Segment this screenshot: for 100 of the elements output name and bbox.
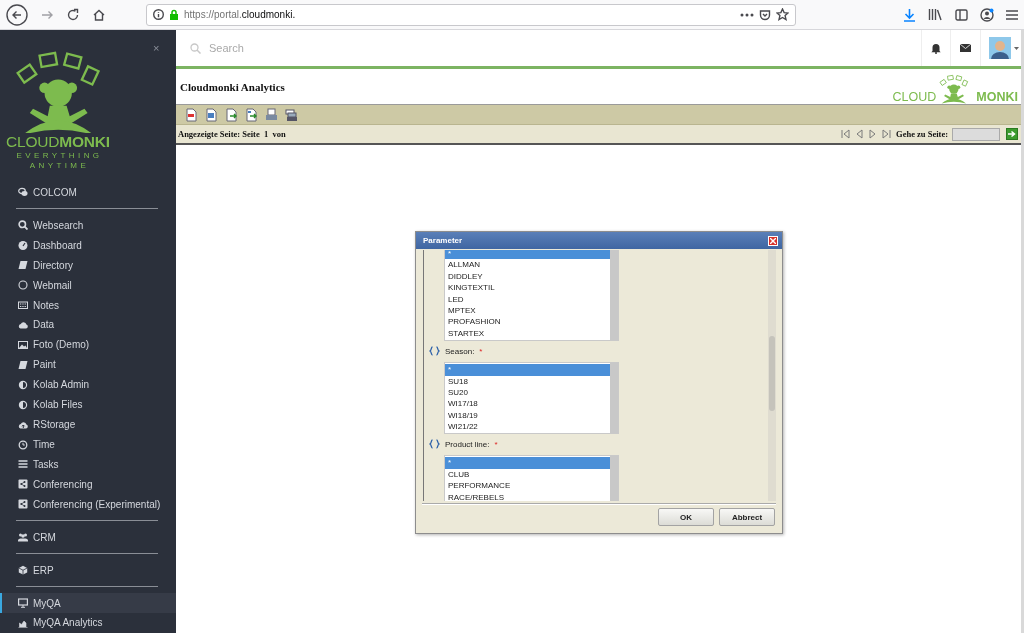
- bell-icon[interactable]: [931, 42, 941, 54]
- share-icon: [18, 499, 28, 510]
- list-option[interactable]: STARTEX: [445, 327, 610, 340]
- logo-tagline: ANYTIME: [28, 161, 90, 171]
- go-button[interactable]: [1006, 128, 1018, 140]
- sidebar-icon[interactable]: [955, 8, 968, 21]
- sidebar-item[interactable]: Paint: [0, 354, 176, 375]
- envelope-icon[interactable]: [960, 44, 971, 52]
- dialog-button[interactable]: Abbrect: [719, 508, 775, 526]
- scrollbar[interactable]: [610, 250, 618, 341]
- download-icon[interactable]: [903, 7, 916, 22]
- list-option[interactable]: MPTEX: [445, 304, 610, 317]
- account-icon[interactable]: [980, 7, 994, 22]
- braces-icon: [429, 439, 440, 450]
- stack-icon[interactable]: [285, 107, 298, 122]
- sidebar-item[interactable]: Data: [0, 315, 176, 335]
- document-icon[interactable]: [205, 107, 218, 122]
- list-box[interactable]: * CLUB PERFORMANCE RACE/REBELS: [444, 455, 619, 501]
- logo-tagline: EVERYTHING: [15, 151, 103, 161]
- search-field[interactable]: Search: [207, 41, 411, 55]
- avatar-icon[interactable]: [989, 37, 1011, 59]
- sidebar-item[interactable]: Time: [0, 434, 176, 455]
- clock-icon: [18, 439, 28, 450]
- users-icon: [18, 532, 28, 543]
- arrow-icon: [1008, 130, 1016, 138]
- cloud-upload-icon: [18, 419, 28, 430]
- sidebar-item[interactable]: Conferencing (Experimental): [0, 494, 176, 515]
- list-option[interactable]: SU20: [445, 386, 610, 399]
- list-box[interactable]: * ALLMAN DIDDLEY KINGTEXTIL LED MPTEX PROFASHION STARTEX: [444, 250, 619, 342]
- list-option[interactable]: KINGTEXTIL: [445, 282, 610, 294]
- sidebar-item[interactable]: Notes: [0, 295, 176, 316]
- cube-icon: [18, 565, 28, 576]
- list-option[interactable]: DIDDLEY: [445, 270, 610, 283]
- library-icon[interactable]: [928, 8, 943, 21]
- more-icon[interactable]: [740, 12, 754, 17]
- share-icon: [18, 479, 28, 490]
- back-icon[interactable]: [6, 3, 28, 26]
- previous-page-icon[interactable]: [854, 129, 865, 139]
- sidebar-item[interactable]: Websearch: [0, 215, 176, 236]
- sidebar-item[interactable]: Dashboard: [0, 235, 176, 256]
- scrollbar[interactable]: [768, 250, 776, 501]
- list-option[interactable]: PROFASHION: [445, 316, 610, 328]
- sidebar-item[interactable]: COLCOM: [0, 182, 176, 203]
- sidebar-item[interactable]: RStorage: [0, 414, 176, 435]
- scrollbar[interactable]: [610, 363, 618, 434]
- search-icon: [190, 42, 201, 54]
- close-button[interactable]: [768, 235, 778, 246]
- last-page-icon[interactable]: [882, 129, 893, 139]
- keyboard-icon: [18, 300, 28, 311]
- list-option[interactable]: LED: [445, 293, 610, 305]
- caret-icon[interactable]: [1014, 46, 1019, 50]
- star-icon[interactable]: [776, 8, 789, 21]
- sidebar-item[interactable]: Foto (Demo): [0, 334, 176, 355]
- home-icon[interactable]: [92, 7, 106, 22]
- page-number-field[interactable]: [952, 127, 1000, 141]
- list-option[interactable]: PERFORMANCE: [445, 480, 610, 492]
- report-title: Cloudmonki Analytics: [180, 80, 285, 93]
- list-option[interactable]: WI17/18: [445, 398, 610, 410]
- image-icon: [18, 339, 28, 350]
- gauge-icon: [18, 240, 28, 251]
- sidebar-item[interactable]: CRM: [0, 527, 176, 548]
- sidebar-item[interactable]: MyQA Analytics: [0, 613, 176, 633]
- braces-icon: [429, 346, 440, 357]
- list-option[interactable]: CLUB: [445, 468, 610, 481]
- pocket-icon[interactable]: [759, 8, 771, 21]
- search-icon: [18, 220, 28, 231]
- required-mark: *: [479, 346, 483, 356]
- dialog-title: Parameter: [423, 236, 463, 245]
- list-option[interactable]: WI21/22: [445, 421, 610, 433]
- sidebar-item[interactable]: Webmail: [0, 275, 176, 296]
- sidebar-item[interactable]: Kolab Admin: [0, 374, 176, 395]
- sidebar-item[interactable]: ERP: [0, 560, 176, 581]
- menu-icon[interactable]: [1006, 9, 1018, 20]
- close-icon[interactable]: ×: [153, 43, 160, 54]
- sidebar-item[interactable]: Conferencing: [0, 474, 176, 495]
- parameter-label: Product line:: [445, 439, 490, 449]
- monitor-icon: [18, 598, 28, 609]
- first-page-icon[interactable]: [840, 129, 851, 139]
- url-text: https://portal.cloudmonki.: [184, 9, 296, 20]
- document-arrow-icon[interactable]: [245, 107, 258, 122]
- sidebar-item[interactable]: Directory: [0, 255, 176, 276]
- list-option[interactable]: RACE/REBELS: [445, 491, 610, 501]
- document-arrow-icon[interactable]: [225, 107, 238, 122]
- scrollbar[interactable]: [610, 456, 618, 501]
- go-to-page-label: Gehe zu Seite:: [896, 129, 948, 139]
- info-icon: [153, 9, 164, 20]
- list-option[interactable]: ALLMAN: [445, 259, 610, 271]
- list-option[interactable]: SU18: [445, 375, 610, 387]
- address-field[interactable]: https://portal.cloudmonki.: [146, 3, 796, 26]
- document-icon[interactable]: [185, 107, 198, 122]
- list-box[interactable]: * SU18 SU20 WI17/18 WI18/19 WI21/22: [444, 362, 619, 435]
- sidebar-item[interactable]: Kolab Files: [0, 394, 176, 415]
- list-option[interactable]: WI18/19: [445, 409, 610, 422]
- reload-icon[interactable]: [66, 7, 80, 22]
- printer-icon[interactable]: [265, 107, 278, 122]
- dialog-button[interactable]: OK: [658, 508, 714, 526]
- sidebar-item[interactable]: Tasks: [0, 454, 176, 475]
- book-icon: [18, 359, 28, 370]
- sidebar-item[interactable]: MyQA: [0, 593, 176, 613]
- logo-text: CLOUD: [892, 89, 937, 104]
